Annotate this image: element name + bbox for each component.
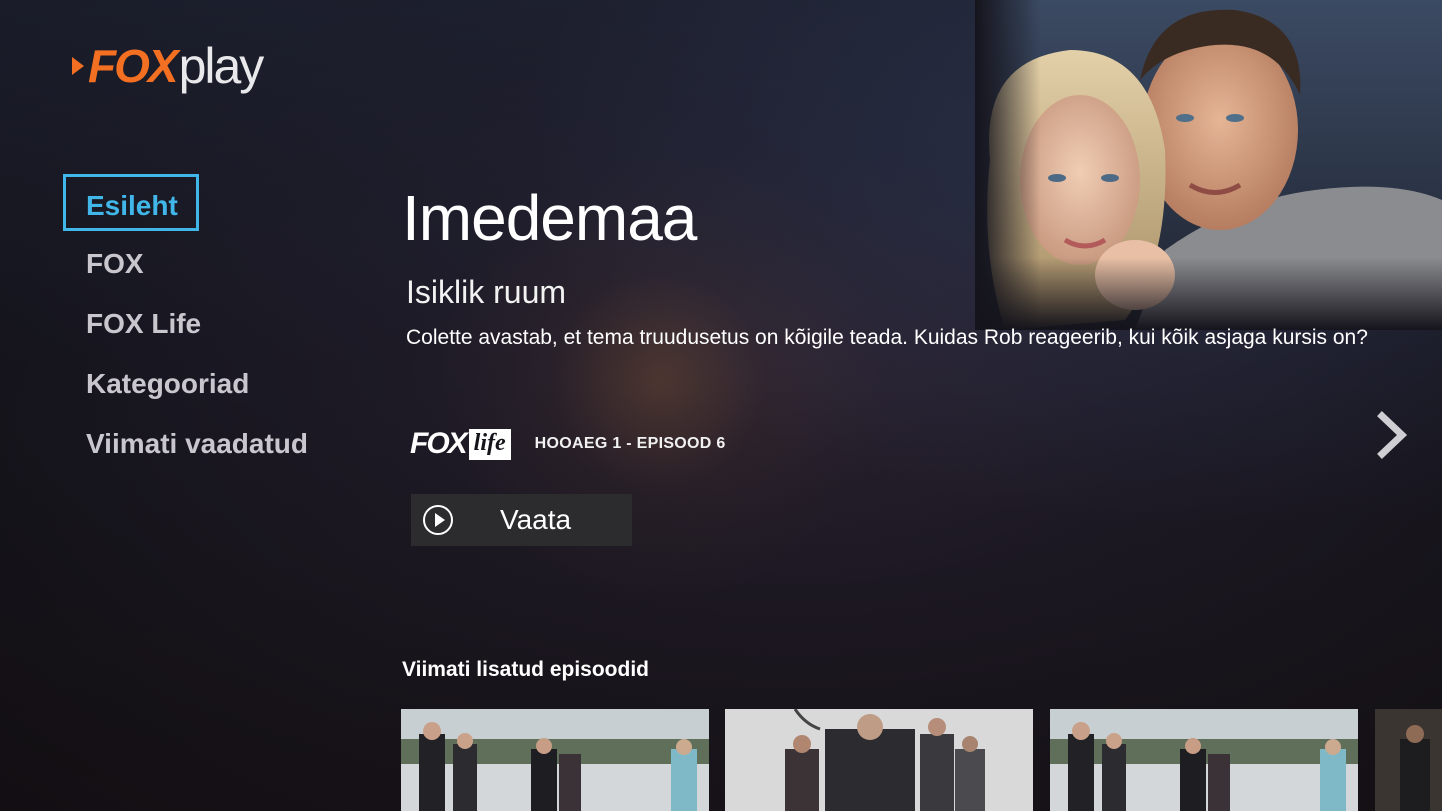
recent-episodes-title: Viimati lisatud episoodid: [402, 658, 649, 681]
play-circle-icon: [423, 505, 453, 535]
nav-item-fox[interactable]: FOX: [63, 234, 308, 294]
channel-logo-fox: FOX: [410, 427, 468, 460]
hero-artwork: [975, 0, 1442, 330]
channel-info: FOX life HOOAEG 1 - EPISOOD 6: [410, 422, 726, 466]
chevron-right-icon[interactable]: [1372, 410, 1412, 460]
show-title: Imedemaa: [402, 182, 697, 254]
watch-button-label: Vaata: [500, 504, 572, 535]
logo-fox-text: FOX: [88, 40, 179, 92]
foxplay-logo[interactable]: FOX play: [72, 36, 265, 96]
episode-thumbnail[interactable]: [401, 709, 709, 811]
episode-thumbnail[interactable]: [1375, 709, 1442, 811]
season-episode-label: HOOAEG 1 - EPISOOD 6: [534, 435, 726, 452]
episode-thumbnail[interactable]: [725, 709, 1033, 811]
nav-item-esileht[interactable]: Esileht: [63, 174, 199, 231]
main-nav: Esileht FOX FOX Life Kategooriad Viimati…: [63, 174, 308, 474]
watch-button[interactable]: Vaata: [411, 494, 632, 546]
logo-play-text: play: [178, 38, 265, 94]
episode-title: Isiklik ruum: [406, 274, 567, 310]
nav-item-viimati-vaadatud[interactable]: Viimati vaadatud: [63, 414, 308, 474]
episode-description: Colette avastab, et tema truudusetus on …: [406, 326, 1368, 349]
channel-logo-life: life: [468, 428, 511, 460]
hero-artwork-fade: [975, 0, 1442, 330]
recent-episodes-row: [401, 709, 1442, 811]
nav-item-kategooriad[interactable]: Kategooriad: [63, 354, 308, 414]
episode-thumbnail[interactable]: [1050, 709, 1358, 811]
logo-triangle-icon: [72, 57, 84, 75]
fox-life-logo: FOX life: [410, 422, 511, 466]
nav-item-fox-life[interactable]: FOX Life: [63, 294, 308, 354]
